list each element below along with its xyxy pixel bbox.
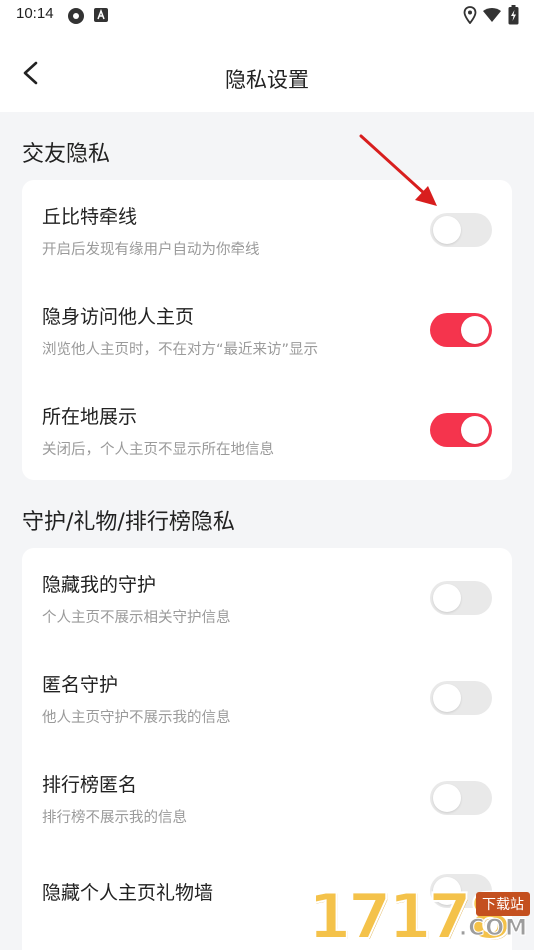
page-title: 隐私设置 xyxy=(225,68,309,92)
wifi-icon xyxy=(483,8,501,22)
toggle-knob xyxy=(461,416,489,444)
a-badge-icon xyxy=(94,8,108,22)
location-icon xyxy=(463,6,477,24)
toggle-knob xyxy=(433,216,461,244)
setting-title: 隐藏个人主页礼物墙 xyxy=(42,882,214,904)
toggle-knob xyxy=(433,784,461,812)
anonymous-rank-toggle[interactable] xyxy=(430,781,492,815)
app-notification-icon xyxy=(68,8,84,24)
setting-title: 隐身访问他人主页 xyxy=(42,306,195,328)
setting-title: 所在地展示 xyxy=(42,406,138,428)
toggle-knob xyxy=(433,684,461,712)
setting-title: 匿名守护 xyxy=(42,674,119,696)
section-title-dating-privacy: 交友隐私 xyxy=(22,142,111,167)
section-title-guard-gift-rank-privacy: 守护/礼物/排行榜隐私 xyxy=(22,510,235,535)
setting-subtitle: 开启后发现有缘用户自动为你牵线 xyxy=(42,242,260,258)
annotation-arrow-icon xyxy=(359,134,437,206)
status-time: 10:14 xyxy=(16,5,54,22)
setting-subtitle: 浏览他人主页时，不在对方“最近来访”显示 xyxy=(42,342,319,358)
setting-title: 隐藏我的守护 xyxy=(42,574,157,596)
anonymous-guard-toggle[interactable] xyxy=(430,681,492,715)
toggle-knob xyxy=(433,584,461,612)
setting-subtitle: 他人主页守护不展示我的信息 xyxy=(42,710,231,726)
battery-icon xyxy=(508,5,519,25)
setting-row-invisible-visit: 隐身访问他人主页 浏览他人主页时，不在对方“最近来访”显示 xyxy=(22,280,512,380)
status-bar: 10:14 xyxy=(0,0,534,30)
location-display-toggle[interactable] xyxy=(430,413,492,447)
toggle-knob xyxy=(461,316,489,344)
setting-subtitle: 个人主页不展示相关守护信息 xyxy=(42,610,231,626)
watermark-logo: 17178 下载站 .COM xyxy=(307,879,534,950)
setting-row-hide-guard: 隐藏我的守护 个人主页不展示相关守护信息 xyxy=(22,548,512,648)
setting-row-anonymous-guard: 匿名守护 他人主页守护不展示我的信息 xyxy=(22,648,512,748)
setting-subtitle: 排行榜不展示我的信息 xyxy=(42,810,187,826)
setting-title: 丘比特牵线 xyxy=(42,206,138,228)
cupid-toggle[interactable] xyxy=(430,213,492,247)
top-app-bar: 隐私设置 xyxy=(0,30,534,112)
invisible-visit-toggle[interactable] xyxy=(430,313,492,347)
watermark-suffix: .COM xyxy=(458,916,528,942)
setting-row-anonymous-rank: 排行榜匿名 排行榜不展示我的信息 xyxy=(22,748,512,848)
watermark-tag: 下载站 xyxy=(476,892,530,916)
setting-title: 排行榜匿名 xyxy=(42,774,138,796)
hide-guard-toggle[interactable] xyxy=(430,581,492,615)
setting-subtitle: 关闭后，个人主页不显示所在地信息 xyxy=(42,442,274,458)
setting-row-location-display: 所在地展示 关闭后，个人主页不显示所在地信息 xyxy=(22,380,512,480)
dating-privacy-card: 丘比特牵线 开启后发现有缘用户自动为你牵线 隐身访问他人主页 浏览他人主页时，不… xyxy=(22,180,512,480)
